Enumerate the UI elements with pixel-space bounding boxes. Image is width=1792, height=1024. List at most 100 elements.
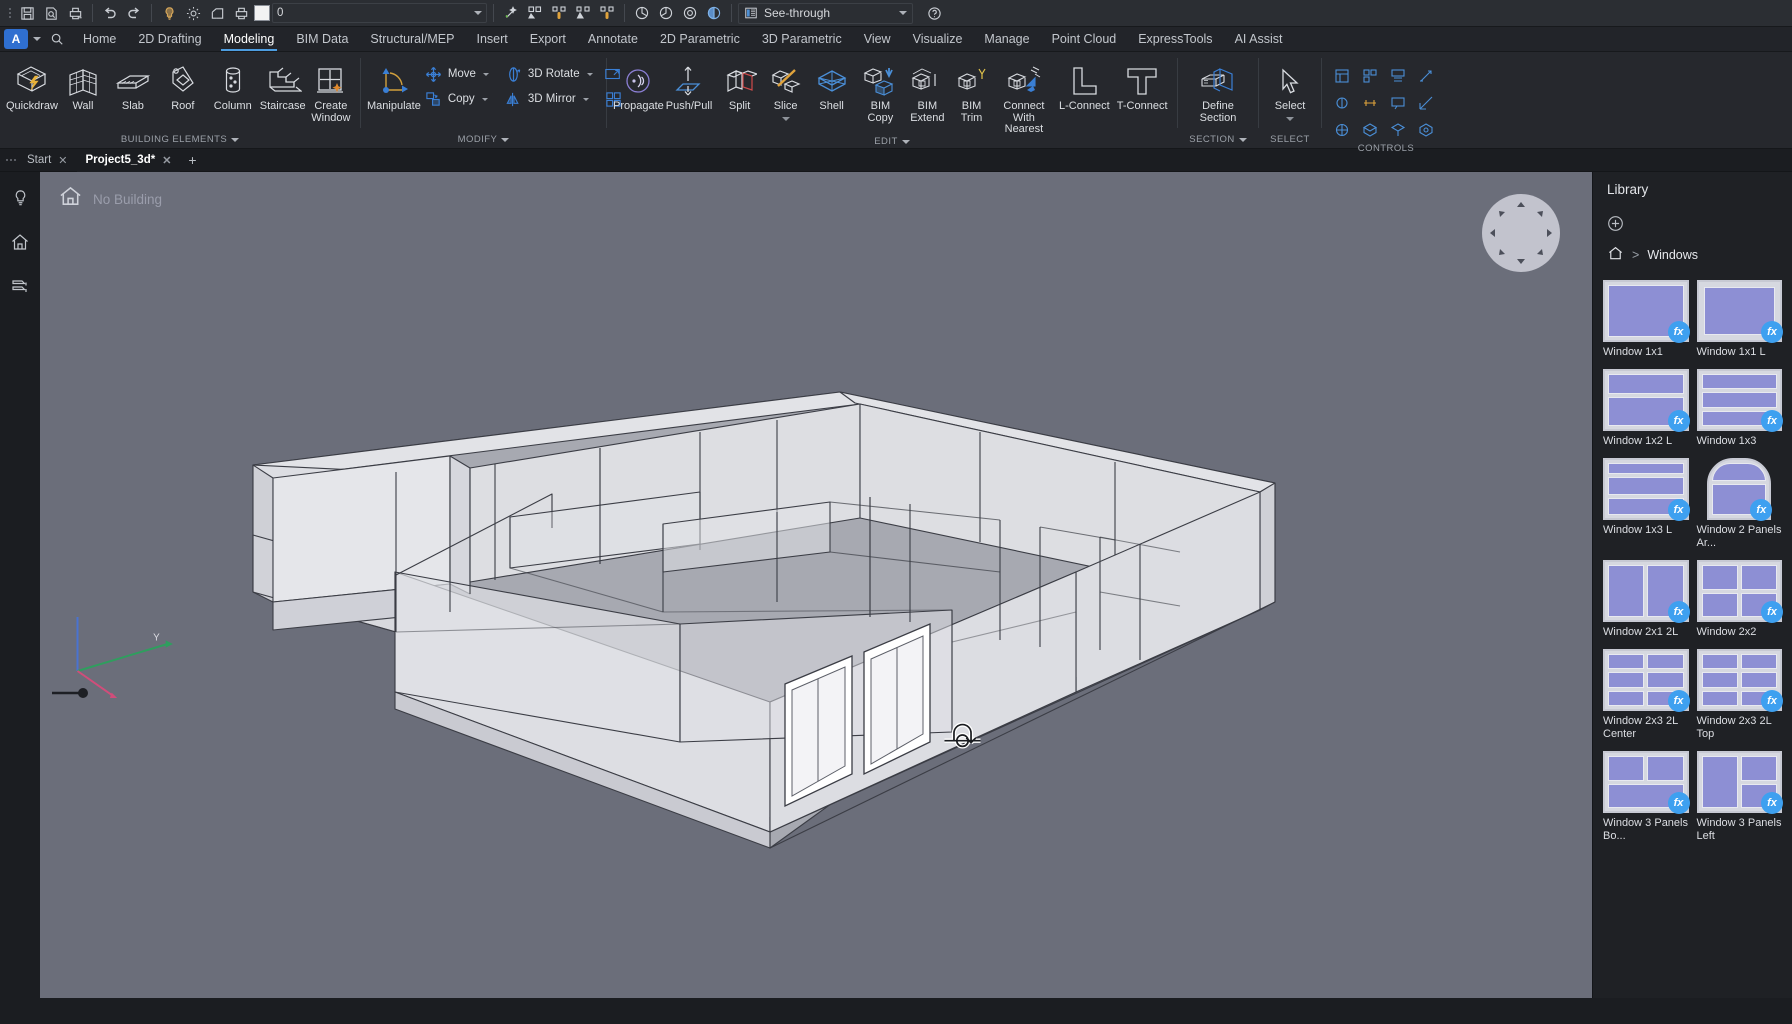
library-item[interactable]: fx Window 2x1 2L [1603, 560, 1689, 639]
chevron-down-icon[interactable] [474, 11, 482, 15]
tab-export[interactable]: Export [519, 27, 577, 51]
tab-express-tools[interactable]: ExpressTools [1127, 27, 1223, 51]
library-item[interactable]: fx Window 2x2 [1697, 560, 1783, 639]
control-anno-icon[interactable] [1384, 89, 1412, 116]
view-navigation-wheel[interactable] [1482, 194, 1560, 272]
close-icon[interactable]: ✕ [162, 154, 171, 167]
close-icon[interactable]: ✕ [58, 154, 67, 167]
building-model[interactable] [40, 172, 1470, 998]
save-icon[interactable] [16, 3, 38, 24]
tab-manage[interactable]: Manage [973, 27, 1040, 51]
tab-ai-assist[interactable]: AI Assist [1224, 27, 1294, 51]
manipulate-button[interactable]: Manipulate [367, 56, 421, 113]
layer-selector[interactable]: 0 [272, 3, 487, 23]
connect-with-nearest-button[interactable]: Connect With Nearest [992, 56, 1055, 136]
tab-annotate[interactable]: Annotate [577, 27, 649, 51]
tab-2d-drafting[interactable]: 2D Drafting [127, 27, 212, 51]
panel-expand-chevron-icon[interactable] [231, 138, 239, 142]
add-circle-icon[interactable] [1593, 206, 1792, 240]
rotate-3d-button[interactable]: 3D Rotate [501, 63, 599, 85]
undo-icon[interactable] [99, 3, 121, 24]
t-connect-button[interactable]: T-Connect [1113, 56, 1171, 113]
tab-structural-mep[interactable]: Structural/MEP [359, 27, 465, 51]
library-item[interactable]: fx Window 1x3 L [1603, 458, 1689, 550]
roof-button[interactable]: Roof [158, 56, 208, 113]
mirror-3d-button[interactable]: 3D Mirror [501, 88, 599, 110]
tab-home[interactable]: Home [72, 27, 127, 51]
help-icon[interactable] [923, 3, 945, 24]
select-similar-icon[interactable] [524, 3, 546, 24]
bim-copy-button[interactable]: BIM Copy [857, 56, 904, 124]
select-dropdown-chevron-icon[interactable] [1286, 117, 1294, 121]
library-home-icon[interactable] [1607, 245, 1624, 265]
tab-visualize[interactable]: Visualize [902, 27, 974, 51]
select-button[interactable]: Select [1265, 56, 1315, 121]
tab-point-cloud[interactable]: Point Cloud [1041, 27, 1128, 51]
mirror-3d-dropdown-chevron-icon[interactable] [583, 98, 589, 101]
propagate-button[interactable]: Propagate [613, 56, 664, 113]
l-connect-button[interactable]: L-Connect [1055, 56, 1113, 113]
slice-button[interactable]: Slice [765, 56, 807, 121]
control-grid-icon[interactable] [1356, 62, 1384, 89]
library-item[interactable]: fx Window 2x3 2L Center [1603, 649, 1689, 741]
control-light-icon[interactable] [1384, 116, 1412, 143]
move-dropdown-chevron-icon[interactable] [483, 73, 489, 76]
visual-style-selector[interactable]: See-through [738, 3, 913, 24]
quickdraw-button[interactable]: Quickdraw [6, 56, 58, 113]
control-props-icon[interactable] [1328, 62, 1356, 89]
move-button[interactable]: Move [421, 63, 499, 85]
panel-expand-chevron-icon[interactable] [1239, 138, 1247, 142]
control-snap-icon[interactable] [1384, 62, 1412, 89]
library-item[interactable]: fx Window 1x2 L [1603, 369, 1689, 448]
view-top-icon[interactable] [655, 3, 677, 24]
library-item[interactable]: fx Window 1x1 [1603, 280, 1689, 359]
layers-icon[interactable] [5, 272, 35, 300]
panel-expand-chevron-icon[interactable] [501, 138, 509, 142]
library-item[interactable]: fx Window 3 Panels Bo... [1603, 751, 1689, 843]
tab-2d-parametric[interactable]: 2D Parametric [649, 27, 751, 51]
layer-color-swatch[interactable] [254, 5, 270, 21]
tab-view[interactable]: View [853, 27, 902, 51]
control-polar-icon[interactable] [1412, 89, 1440, 116]
doc-tab-start[interactable]: Start ✕ [18, 149, 77, 172]
control-render-icon[interactable] [1328, 116, 1356, 143]
library-item[interactable]: fx Window 3 Panels Left [1697, 751, 1783, 843]
copy-button[interactable]: Copy [421, 88, 499, 110]
layer-state-icon[interactable] [548, 3, 570, 24]
plot-preview-icon[interactable] [40, 3, 62, 24]
layer-match-icon[interactable] [572, 3, 594, 24]
create-window-button[interactable]: Create Window [308, 56, 354, 124]
view-realistic-icon[interactable] [679, 3, 701, 24]
home-icon[interactable] [5, 228, 35, 256]
app-logo[interactable]: A [4, 29, 28, 49]
library-item-grid[interactable]: fx Window 1x1 fx Window 1x1 L fx [1593, 270, 1792, 998]
magic-wand-icon[interactable] [500, 3, 522, 24]
bim-extend-button[interactable]: BIM Extend [904, 56, 951, 124]
define-section-button[interactable]: Define Section [1186, 56, 1250, 124]
chevron-down-icon[interactable] [899, 11, 907, 15]
doc-strip-grip[interactable] [4, 159, 18, 161]
hint-bulb-icon[interactable] [5, 184, 35, 212]
view-shaded-icon[interactable] [703, 3, 725, 24]
layer-tools-icon[interactable] [596, 3, 618, 24]
view-iso-icon[interactable] [631, 3, 653, 24]
tab-insert[interactable]: Insert [465, 27, 518, 51]
layer-plot-icon[interactable] [230, 3, 252, 24]
control-layer-icon[interactable] [1328, 89, 1356, 116]
tab-3d-parametric[interactable]: 3D Parametric [751, 27, 853, 51]
staircase-button[interactable]: Staircase [258, 56, 308, 113]
control-material-icon[interactable] [1356, 116, 1384, 143]
split-button[interactable]: Split [714, 56, 765, 113]
control-camera-icon[interactable] [1412, 116, 1440, 143]
control-ortho-icon[interactable] [1412, 62, 1440, 89]
shell-button[interactable]: Shell [806, 56, 857, 113]
control-dim-icon[interactable] [1356, 89, 1384, 116]
panel-expand-chevron-icon[interactable] [902, 140, 910, 144]
copy-dropdown-chevron-icon[interactable] [482, 98, 488, 101]
toolbar-grip[interactable] [6, 4, 14, 22]
library-item[interactable]: fx Window 2x3 2L Top [1697, 649, 1783, 741]
push-pull-button[interactable]: Push/Pull [664, 56, 715, 113]
slice-dropdown-chevron-icon[interactable] [782, 117, 790, 121]
layer-freeze-icon[interactable] [206, 3, 228, 24]
new-tab-button[interactable]: + [180, 152, 204, 168]
